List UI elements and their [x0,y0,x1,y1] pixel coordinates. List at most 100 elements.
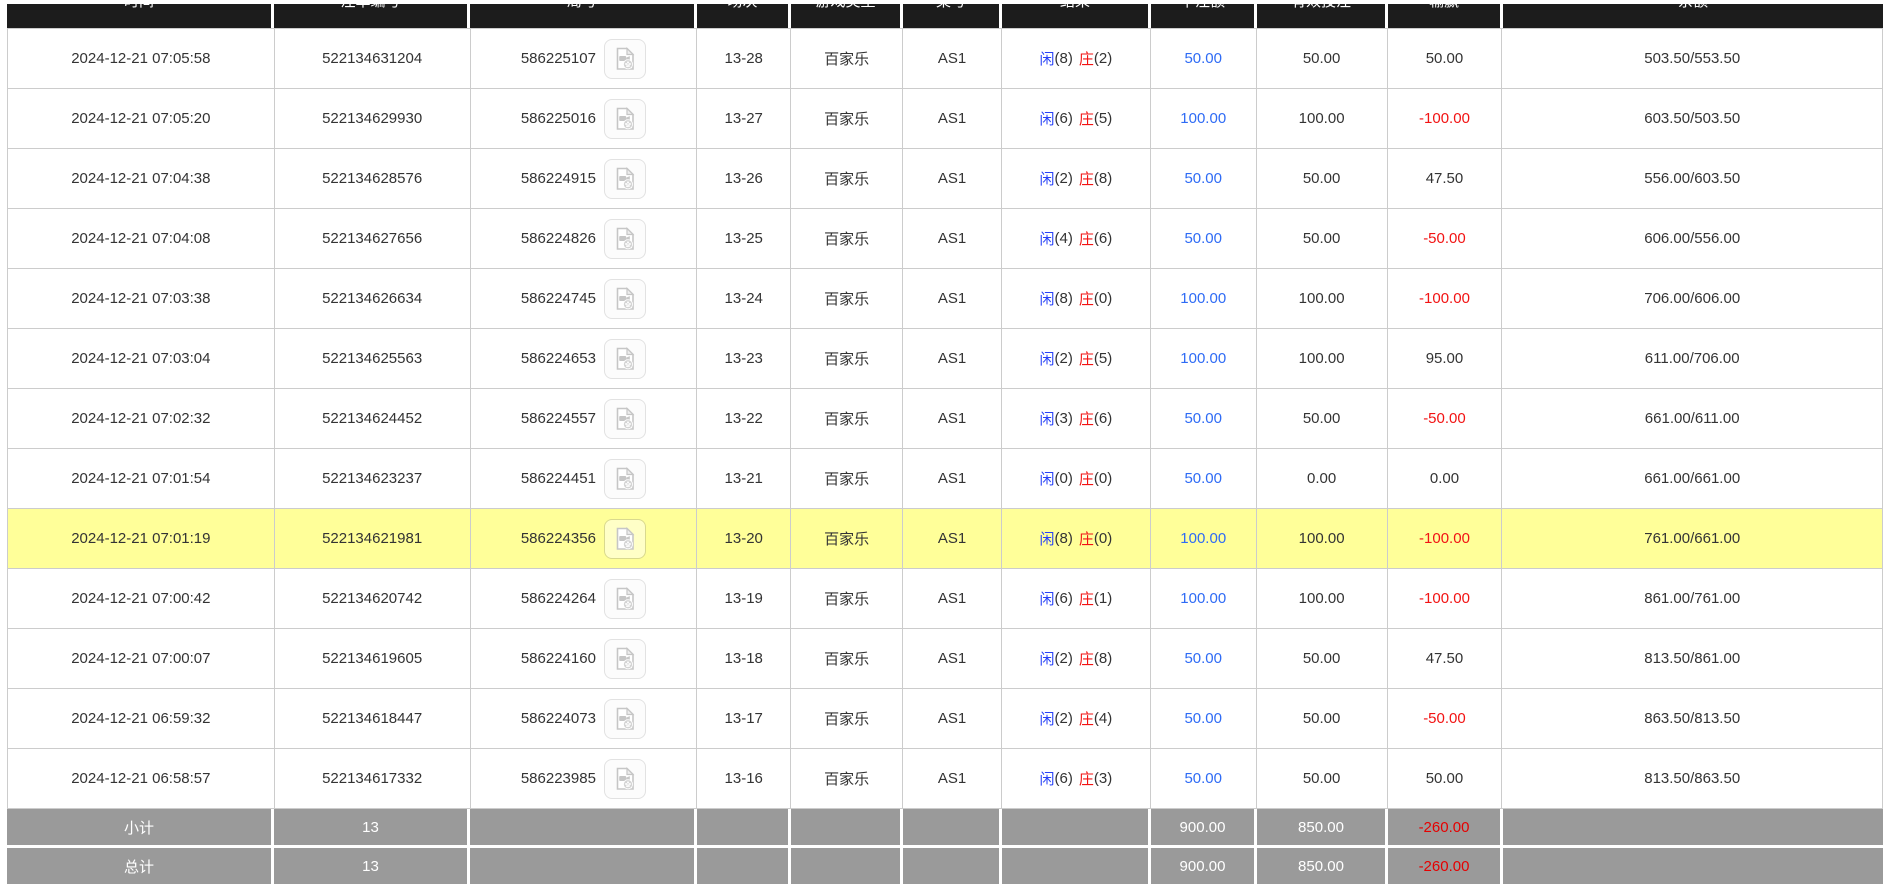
cell-bet-number: 522134623237 [275,449,471,508]
result-player-score: (2) [1055,170,1073,187]
cell-table-number: AS1 [903,209,1002,268]
result-player: 闲(0) [1040,468,1073,489]
table-row[interactable]: 2024-12-21 07:04:08522134627656586224826… [7,209,1883,269]
cell-balance-text: 503.50/553.50 [1644,50,1740,67]
video-replay-button[interactable] [604,459,646,499]
cell-time: 2024-12-21 07:04:08 [8,209,275,268]
round-number-text: 586225016 [521,110,596,127]
subtotal-bet-number: 13 [274,809,470,845]
result-banker-label: 庄 [1079,648,1094,669]
cell-valid-bet-text: 100.00 [1299,590,1345,607]
cell-game-type-text: 百家乐 [824,588,869,609]
table-row[interactable]: 2024-12-21 07:00:07522134619605586224160… [7,629,1883,689]
cell-game-type-text: 百家乐 [824,528,869,549]
video-replay-button[interactable] [604,759,646,799]
video-replay-button[interactable] [604,639,646,679]
video-replay-button[interactable] [604,519,646,559]
cell-table-number: AS1 [903,509,1002,568]
cell-time-text: 2024-12-21 07:01:54 [71,470,210,487]
video-file-icon [612,286,638,312]
cell-session-text: 13-21 [725,470,763,487]
video-file-icon [612,766,638,792]
table-row[interactable]: 2024-12-21 07:02:32522134624452586224557… [7,389,1883,449]
cell-table-number: AS1 [903,689,1002,748]
cell-time-text: 2024-12-21 07:04:38 [71,170,210,187]
cell-session: 13-23 [697,329,791,388]
table-row[interactable]: 2024-12-21 06:59:32522134618447586224073… [7,689,1883,749]
video-replay-button[interactable] [604,339,646,379]
result-banker-score: (6) [1094,410,1112,427]
video-replay-button[interactable] [604,579,646,619]
video-replay-button[interactable] [604,99,646,139]
table-row-highlighted[interactable]: 2024-12-21 07:01:19522134621981586224356… [7,509,1883,569]
result-player: 闲(2) [1040,168,1073,189]
cell-game-type-text: 百家乐 [824,168,869,189]
table-row[interactable]: 2024-12-21 07:05:20522134629930586225016… [7,89,1883,149]
cell-balance: 606.00/556.00 [1502,209,1882,268]
result-banker-label: 庄 [1079,528,1094,549]
cell-game-type-text: 百家乐 [824,348,869,369]
cell-bet-number: 522134621981 [275,509,471,568]
cell-balance-text: 813.50/861.00 [1644,650,1740,667]
cell-time-text: 2024-12-21 07:04:08 [71,230,210,247]
cell-game-type-text: 百家乐 [824,708,869,729]
cell-table-number: AS1 [903,329,1002,388]
cell-balance-text: 661.00/611.00 [1645,410,1740,427]
table-row[interactable]: 2024-12-21 07:01:54522134623237586224451… [7,449,1883,509]
round-number-text: 586225107 [521,50,596,67]
video-replay-button[interactable] [604,699,646,739]
cell-table-number: AS1 [903,89,1002,148]
total-win-loss: -260.00 [1388,848,1503,884]
cell-bet-amount-text: 100.00 [1180,110,1226,127]
result-banker-label: 庄 [1079,288,1094,309]
cell-round-number: 586224160 [471,629,698,688]
video-replay-button[interactable] [604,159,646,199]
result-banker-score: (8) [1094,650,1112,667]
cell-win-loss-text: 47.50 [1426,170,1464,187]
table-row[interactable]: 2024-12-21 07:04:38522134628576586224915… [7,149,1883,209]
cell-bet-number: 522134618447 [275,689,471,748]
cell-round-number: 586224915 [471,149,698,208]
subtotal-win-loss: -260.00 [1388,809,1503,845]
round-number-text: 586224745 [521,290,596,307]
table-summary: 小计13900.00850.00-260.00总计13900.00850.00-… [7,809,1883,884]
video-file-icon [612,466,638,492]
cell-session: 13-21 [697,449,791,508]
cell-session: 13-17 [697,689,791,748]
video-file-icon [612,166,638,192]
video-replay-button[interactable] [604,219,646,259]
result-banker: 庄(8) [1079,168,1112,189]
cell-game-type: 百家乐 [791,749,903,808]
table-row[interactable]: 2024-12-21 07:05:58522134631204586225107… [7,29,1883,89]
summary-value: -260.00 [1419,858,1470,875]
cell-round-number: 586225107 [471,29,698,88]
cell-game-type-text: 百家乐 [824,768,869,789]
result-banker-label: 庄 [1079,348,1094,369]
cell-table-number-text: AS1 [938,710,966,727]
video-replay-button[interactable] [604,39,646,79]
cell-bet-amount: 100.00 [1151,269,1257,328]
total-time: 总计 [7,848,274,884]
cell-balance: 503.50/553.50 [1502,29,1882,88]
cell-bet-amount: 100.00 [1151,89,1257,148]
result-banker: 庄(5) [1079,348,1112,369]
cell-win-loss: 47.50 [1388,149,1503,208]
video-file-icon [612,526,638,552]
video-replay-button[interactable] [604,279,646,319]
table-row[interactable]: 2024-12-21 07:03:04522134625563586224653… [7,329,1883,389]
video-replay-button[interactable] [604,399,646,439]
result-player: 闲(3) [1040,408,1073,429]
table-row[interactable]: 2024-12-21 07:03:38522134626634586224745… [7,269,1883,329]
cell-game-type-text: 百家乐 [824,108,869,129]
cell-bet-amount-text: 50.00 [1184,410,1222,427]
cell-balance: 761.00/661.00 [1502,509,1882,568]
cell-bet-number: 522134620742 [275,569,471,628]
round-number-text: 586224915 [521,170,596,187]
col-header-session: 场次 [697,4,791,28]
table-row[interactable]: 2024-12-21 07:00:42522134620742586224264… [7,569,1883,629]
table-row[interactable]: 2024-12-21 06:58:57522134617332586223985… [7,749,1883,809]
cell-game-type: 百家乐 [791,209,903,268]
cell-result: 闲(6)庄(5) [1002,89,1151,148]
cell-result: 闲(3)庄(6) [1002,389,1151,448]
cell-valid-bet: 100.00 [1257,329,1388,388]
